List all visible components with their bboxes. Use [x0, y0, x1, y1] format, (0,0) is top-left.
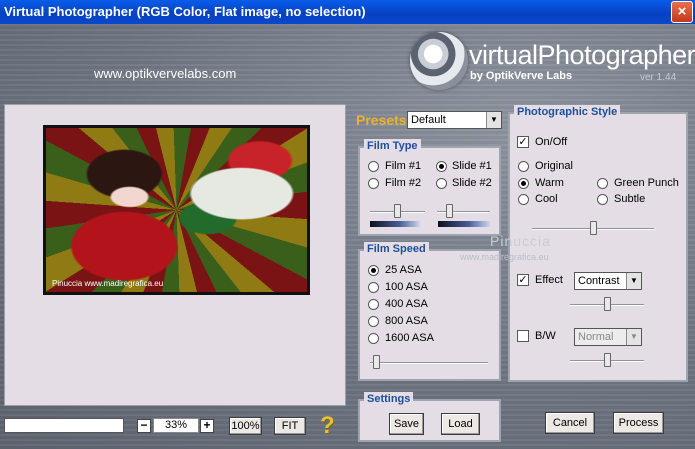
asa-1600-label: 1600 ASA — [385, 332, 434, 344]
film-speed-group: Film Speed 25 ASA 100 ASA 400 ASA 800 AS… — [358, 242, 501, 381]
slide-1-label: Slide #1 — [452, 160, 492, 172]
radio-original[interactable] — [518, 161, 529, 172]
logo-byline: by OptikVerve Labs — [470, 70, 573, 82]
cool-label: Cool — [535, 193, 558, 205]
help-icon[interactable]: ? — [320, 412, 335, 440]
bw-dropdown[interactable]: Normal ▼ — [574, 328, 642, 346]
warm-label: Warm — [535, 177, 564, 189]
chevron-down-icon[interactable]: ▼ — [626, 273, 641, 289]
film-speed-title: Film Speed — [364, 242, 429, 256]
slide-slider-track — [437, 211, 490, 213]
film-gradient-bar — [370, 221, 420, 227]
logo-swirl-icon — [410, 32, 468, 90]
logo-name: virtualPhotographer — [469, 40, 695, 70]
load-button[interactable]: Load — [441, 413, 480, 435]
film-slider-handle[interactable] — [394, 204, 401, 218]
website-link: www.optikvervelabs.com — [94, 66, 237, 81]
radio-800-asa[interactable] — [368, 316, 379, 327]
cancel-button[interactable]: Cancel — [545, 412, 595, 434]
subtle-label: Subtle — [614, 193, 646, 205]
zoom-in-button[interactable]: + — [200, 419, 214, 433]
film-1-label: Film #1 — [385, 160, 422, 172]
original-label: Original — [535, 160, 573, 172]
film-2-label: Film #2 — [385, 177, 422, 189]
zoom-level-field[interactable]: 33% — [153, 418, 199, 433]
radio-warm[interactable] — [518, 178, 529, 189]
film-type-group: Film Type Film #1 Slide #1 Film #2 Slide… — [358, 139, 501, 236]
presets-value: Default — [411, 114, 446, 126]
watermark-url: www.madiregrafica.eu — [460, 252, 549, 262]
style-slider-handle[interactable] — [590, 221, 597, 235]
zoom-100-button[interactable]: 100% — [229, 417, 262, 435]
effect-checkbox[interactable]: ✓ — [517, 274, 529, 286]
zoom-out-button[interactable]: − — [137, 419, 151, 433]
title-bar: Virtual Photographer (RGB Color, Flat im… — [0, 0, 695, 24]
settings-title: Settings — [364, 392, 414, 406]
effect-slider-handle[interactable] — [604, 297, 611, 311]
zoom-fit-button[interactable]: FIT — [274, 417, 306, 435]
radio-film-2[interactable] — [368, 178, 379, 189]
asa-25-label: 25 ASA — [385, 264, 422, 276]
preview-caption: Pinuccia www.madiregrafica.eu — [52, 279, 164, 288]
bw-checkbox[interactable] — [517, 330, 529, 342]
radio-25-asa[interactable] — [368, 265, 379, 276]
radio-100-asa[interactable] — [368, 282, 379, 293]
process-button[interactable]: Process — [613, 412, 664, 434]
save-button[interactable]: Save — [389, 413, 424, 435]
effect-label: Effect — [535, 274, 563, 286]
radio-slide-2[interactable] — [436, 178, 447, 189]
slide-slider-handle[interactable] — [446, 204, 453, 218]
asa-800-label: 800 ASA — [385, 315, 428, 327]
preview-pane[interactable]: Pinuccia www.madiregrafica.eu — [4, 104, 346, 406]
radio-1600-asa[interactable] — [368, 333, 379, 344]
speed-slider-handle[interactable] — [373, 355, 380, 369]
radio-subtle[interactable] — [597, 194, 608, 205]
progress-bar — [4, 418, 124, 433]
asa-400-label: 400 ASA — [385, 298, 428, 310]
effect-value: Contrast — [578, 275, 620, 287]
speed-slider-track — [370, 362, 488, 364]
onoff-checkbox[interactable]: ✓ — [517, 136, 529, 148]
radio-film-1[interactable] — [368, 161, 379, 172]
green-punch-label: Green Punch — [614, 177, 679, 189]
chevron-down-icon[interactable]: ▼ — [626, 329, 641, 345]
bw-value: Normal — [578, 331, 614, 343]
close-button[interactable]: × — [671, 1, 693, 23]
film-type-title: Film Type — [364, 139, 421, 153]
presets-label: Presets — [356, 112, 407, 128]
slide-2-label: Slide #2 — [452, 177, 492, 189]
presets-dropdown[interactable]: Default ▼ — [407, 111, 502, 129]
onoff-label: On/Off — [535, 136, 568, 148]
chevron-down-icon[interactable]: ▼ — [486, 112, 501, 128]
preview-image[interactable]: Pinuccia www.madiregrafica.eu — [43, 125, 310, 295]
radio-green-punch[interactable] — [597, 178, 608, 189]
effect-dropdown[interactable]: Contrast ▼ — [574, 272, 642, 290]
radio-cool[interactable] — [518, 194, 529, 205]
radio-400-asa[interactable] — [368, 299, 379, 310]
bw-label: B/W — [535, 330, 556, 342]
settings-group: Settings Save Load — [358, 392, 501, 442]
asa-100-label: 100 ASA — [385, 281, 428, 293]
window-title: Virtual Photographer (RGB Color, Flat im… — [4, 4, 366, 19]
photo-style-title: Photographic Style — [514, 105, 621, 119]
slide-gradient-bar — [438, 221, 490, 227]
bw-slider-handle[interactable] — [604, 353, 611, 367]
radio-slide-1[interactable] — [436, 161, 447, 172]
watermark-name: Pinuccia — [490, 233, 551, 249]
version-label: ver 1.44 — [640, 72, 677, 83]
